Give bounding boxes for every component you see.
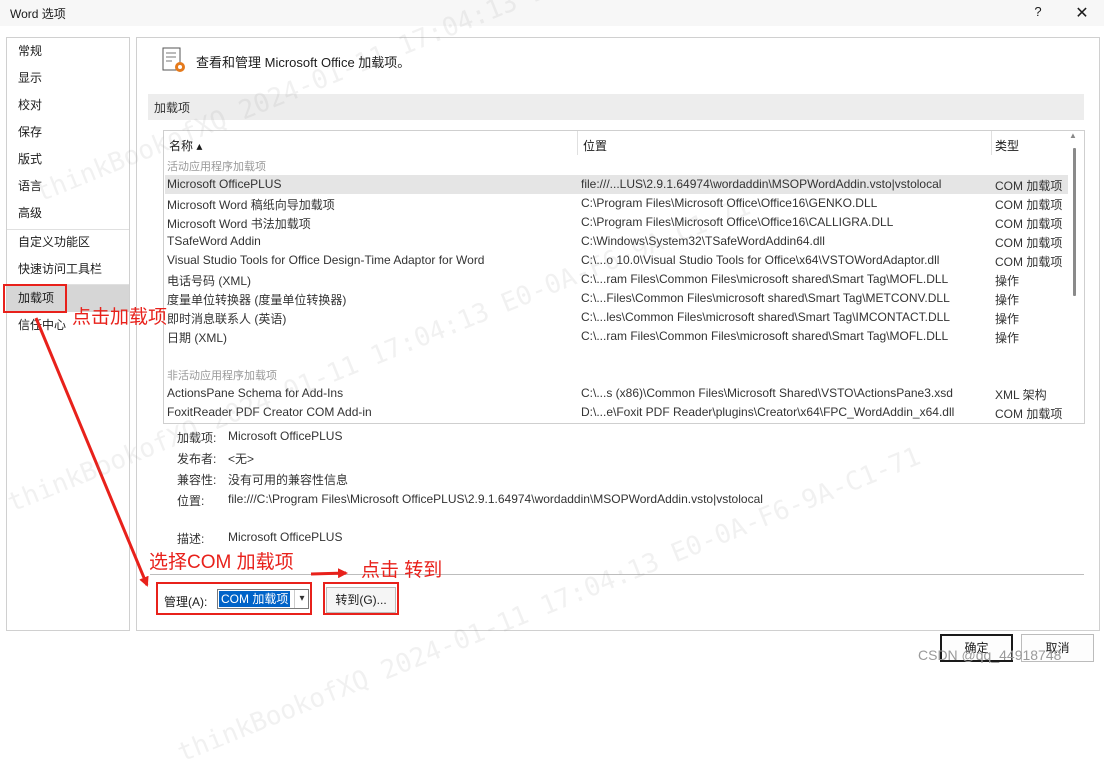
csdn-credit: CSDN @qq_44918748 <box>918 647 1062 663</box>
annotation-arrows <box>34 317 348 587</box>
